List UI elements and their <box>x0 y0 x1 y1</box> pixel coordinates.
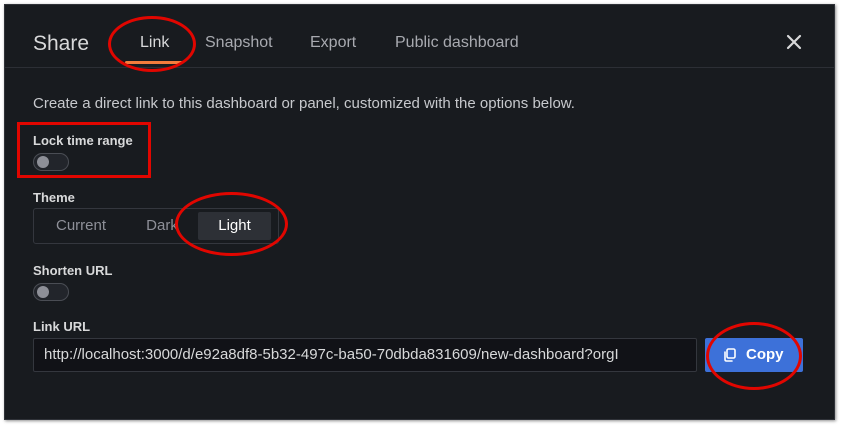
tab-public-dashboard[interactable]: Public dashboard <box>395 33 519 53</box>
tab-link[interactable]: Link <box>140 33 169 53</box>
shorten-url-label: Shorten URL <box>33 263 113 278</box>
theme-option-light[interactable]: Light <box>198 212 271 240</box>
lock-time-range-label: Lock time range <box>33 133 133 148</box>
theme-option-dark[interactable]: Dark <box>128 209 196 243</box>
copy-button[interactable]: Copy <box>705 338 803 372</box>
modal-header: Share Link Snapshot Export Public dashbo… <box>5 5 834 68</box>
description-text: Create a direct link to this dashboard o… <box>33 95 575 112</box>
theme-option-current[interactable]: Current <box>40 209 122 243</box>
theme-label: Theme <box>33 190 75 205</box>
active-tab-indicator <box>125 61 183 64</box>
copy-button-label: Copy <box>746 346 784 363</box>
copy-icon <box>724 348 736 362</box>
toggle-knob <box>37 286 49 298</box>
close-icon[interactable] <box>783 31 807 55</box>
theme-selector: Current Dark Light <box>33 208 279 244</box>
link-url-input[interactable]: http://localhost:3000/d/e92a8df8-5b32-49… <box>33 338 697 372</box>
tab-snapshot[interactable]: Snapshot <box>205 33 273 53</box>
modal-title: Share <box>33 32 90 55</box>
close-icon-glyph <box>786 34 802 50</box>
share-modal: Share Link Snapshot Export Public dashbo… <box>4 4 835 420</box>
shorten-url-toggle[interactable] <box>33 283 69 301</box>
link-url-label: Link URL <box>33 319 91 334</box>
tab-export[interactable]: Export <box>310 33 356 53</box>
toggle-knob <box>37 156 49 168</box>
lock-time-range-toggle[interactable] <box>33 153 69 171</box>
